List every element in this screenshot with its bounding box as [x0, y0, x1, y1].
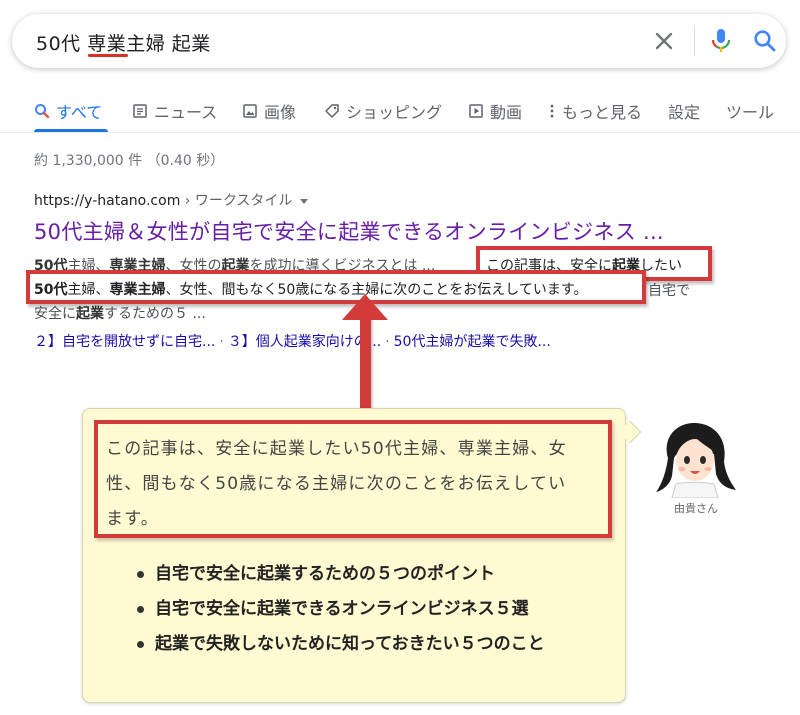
news-icon	[133, 104, 147, 118]
quote-line: ます。	[106, 509, 159, 529]
caret-down-icon[interactable]	[300, 198, 309, 204]
search-icon	[35, 104, 50, 119]
highlight-bold: 50代	[34, 282, 68, 298]
search-input[interactable]: 50代 専業主婦 起業	[36, 29, 211, 56]
tab-label: 画像	[264, 103, 297, 122]
bullet-item: 自宅で安全に起業するための５つのポイント	[137, 562, 607, 586]
tab-label: ニュース	[154, 103, 218, 122]
bullet-item: 起業で失敗しないために知っておきたい５つのこと	[137, 632, 607, 656]
sitelinks: ２】自宅を開放せずに自宅... · ３】個人起業家向けの... · 50代主婦が起業で失…	[34, 331, 551, 351]
snippet-text: するための５ ...	[104, 306, 206, 322]
tab-label: 動画	[490, 103, 523, 122]
sitelink[interactable]: ３】個人起業家向けの...	[228, 334, 381, 350]
tab-label: ショッピング	[346, 103, 443, 122]
snippet-text: 安全に	[34, 306, 76, 322]
tab-news[interactable]: ニュース	[132, 99, 217, 123]
tab-label: もっと見る	[562, 103, 643, 122]
tab-images[interactable]: 画像	[242, 99, 296, 123]
sitelink-separator: ·	[385, 334, 390, 350]
clear-icon[interactable]	[652, 29, 676, 53]
tab-shopping[interactable]: ショッピング	[324, 99, 442, 123]
tab-label: すべて	[56, 103, 103, 122]
highlight-text: したい	[640, 258, 682, 274]
search-bar-divider	[694, 26, 695, 56]
more-vert-icon	[550, 104, 554, 118]
tag-icon	[325, 104, 339, 118]
image-icon	[243, 104, 257, 118]
sitelink-separator: ·	[219, 334, 224, 350]
tab-label: 設定	[668, 103, 701, 122]
highlight-text: 主婦、	[67, 282, 110, 298]
avatar-name: 由貴さん	[674, 502, 718, 515]
url-domain: https://y-hatano.com	[34, 193, 181, 209]
tab-label: ツール	[726, 103, 775, 122]
snippet-line-2-tail: 自宅で	[648, 283, 690, 299]
bullet-list: 自宅で安全に起業するための５つのポイント 自宅で安全に起業できるオンラインビジネ…	[137, 562, 607, 667]
quote-line: この記事は、安全に起業したい50代主婦、専業主婦、女	[106, 439, 567, 459]
tabs-divider	[0, 132, 800, 133]
search-bar[interactable]: 50代 専業主婦 起業	[12, 14, 786, 68]
search-icon[interactable]	[752, 28, 778, 54]
snippet-bold: 起業	[76, 306, 104, 322]
result-title-link[interactable]: 50代主婦＆女性が自宅で安全に起業できるオンラインビジネス ...	[34, 216, 664, 246]
mic-icon[interactable]	[709, 27, 733, 55]
highlight-bold: 専業主婦	[109, 282, 166, 298]
snippet-line-3: 安全に起業するための５ ...	[34, 303, 206, 323]
sitelink[interactable]: 50代主婦が起業で失敗...	[394, 334, 551, 350]
avatar	[656, 422, 736, 498]
tab-all[interactable]: すべて	[34, 99, 102, 123]
quote-line: 性、間もなく50歳になる主婦に次のことをお伝えしてい	[106, 474, 567, 494]
tab-more[interactable]: もっと見る	[548, 99, 642, 123]
video-icon	[469, 104, 483, 118]
result-url[interactable]: https://y-hatano.com › ワークスタイル	[34, 190, 309, 210]
spellcheck-underline	[88, 54, 128, 57]
arrow-up-icon	[342, 294, 388, 320]
tab-videos[interactable]: 動画	[468, 99, 522, 123]
url-breadcrumb: › ワークスタイル	[180, 193, 293, 209]
result-stats: 約 1,330,000 件 （0.40 秒）	[34, 153, 225, 169]
tab-tools[interactable]: ツール	[726, 99, 774, 123]
sitelink[interactable]: ２】自宅を開放せずに自宅...	[34, 334, 215, 350]
tab-settings[interactable]: 設定	[668, 99, 700, 123]
bullet-item: 自宅で安全に起業できるオンラインビジネス５選	[137, 597, 607, 621]
highlight-text-2: 50代主婦、専業主婦、女性、間もなく50歳になる主婦に次のことをお伝えしています…	[34, 279, 587, 299]
